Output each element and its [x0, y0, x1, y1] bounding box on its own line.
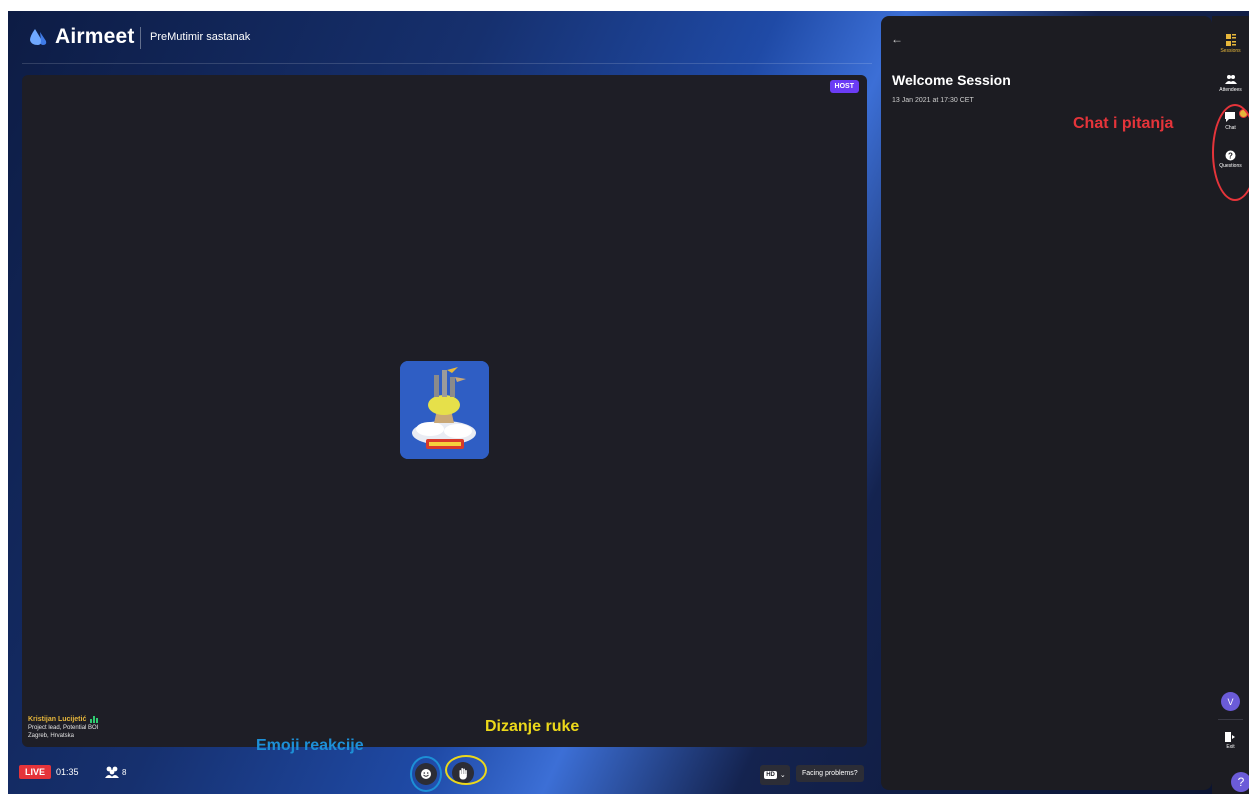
sessions-icon: [1225, 34, 1236, 46]
speaker-location: Zagreb, Hrvatska: [28, 733, 75, 739]
chevron-down-icon: ⌄: [779, 772, 786, 779]
session-date: 13 Jan 2021 at 17:30 CET: [892, 97, 974, 104]
facing-problems-button[interactable]: Facing problems?: [796, 765, 864, 782]
live-badge: LIVE: [19, 765, 52, 779]
quality-selector[interactable]: HD ⌄: [760, 765, 790, 785]
speaker-role: Project lead, Potential BOI: [28, 725, 99, 731]
attendees-icon: [1224, 75, 1237, 84]
session-title: Welcome Session: [892, 72, 1011, 88]
top-bar: Airmeet PreMutimir sastanak: [8, 11, 888, 64]
session-timer: 01:35: [56, 767, 79, 777]
top-divider: [22, 63, 872, 64]
speaker-info: Kristijan Lucijetić Project lead, Potent…: [28, 716, 98, 739]
user-avatar[interactable]: V: [1221, 692, 1240, 711]
airmeet-app: Airmeet PreMutimir sastanak HOST Kristij…: [8, 11, 1249, 794]
airmeet-logo: Airmeet: [28, 25, 135, 49]
speaker-avatar: [400, 361, 489, 459]
attendee-count: 8: [122, 768, 127, 777]
audio-level-icon: [90, 716, 99, 723]
rail-label-exit: Exit: [1226, 744, 1235, 750]
speaker-name: Kristijan Lucijetić: [28, 716, 87, 723]
back-arrow-icon[interactable]: ←: [891, 32, 903, 46]
stage-video-area[interactable]: HOST Kristijan Lucijetić Project lead, P…: [22, 75, 867, 747]
event-title: PreMutimir sastanak: [150, 31, 251, 43]
airmeet-drop-icon: [30, 29, 47, 45]
annotation-circle-hand: [445, 755, 487, 785]
rail-divider: [1218, 719, 1243, 720]
hd-label: HD: [764, 771, 777, 779]
rail-item-exit[interactable]: Exit: [1212, 732, 1249, 750]
bottom-bar: LIVE 01:35 8 HD ⌄ Facing problems?: [8, 755, 888, 794]
speaker-avatar-image: [400, 361, 489, 459]
host-badge: HOST: [829, 80, 859, 93]
people-icon: [105, 766, 119, 778]
rail-label-sessions: Sessions: [1220, 48, 1241, 54]
rail-label-attendees: Attendees: [1219, 87, 1242, 93]
speaker-name-row: Kristijan Lucijetić: [28, 716, 99, 723]
annotation-circle-emoji: [410, 756, 442, 792]
annotation-emoji-reactions: Emoji reakcije: [256, 737, 364, 754]
rail-item-sessions[interactable]: Sessions: [1212, 34, 1249, 54]
exit-icon: [1225, 732, 1235, 742]
rail-item-attendees[interactable]: Attendees: [1212, 74, 1249, 93]
annotation-raise-hand: Dizanje ruke: [485, 718, 580, 735]
title-separator: [140, 27, 141, 49]
brand-name: Airmeet: [55, 25, 135, 48]
help-button[interactable]: ?: [1231, 772, 1249, 792]
annotation-chat-questions: Chat i pitanja: [1073, 115, 1174, 132]
